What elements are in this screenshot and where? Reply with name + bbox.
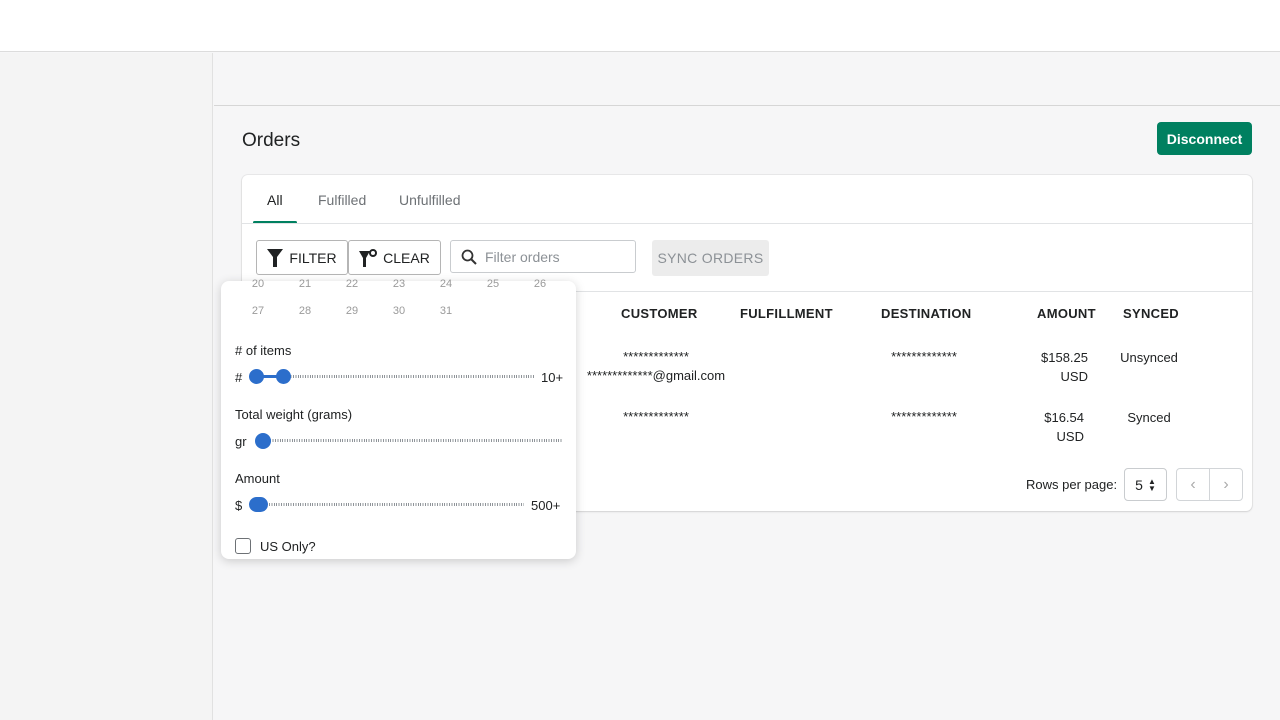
- destination-cell: *************: [891, 349, 957, 364]
- items-slider-min-handle[interactable]: [249, 369, 264, 384]
- weight-slider-handle[interactable]: [255, 433, 271, 449]
- search-input[interactable]: [485, 248, 625, 265]
- next-page-button[interactable]: ›: [1210, 469, 1242, 500]
- currency: USD: [1060, 369, 1088, 384]
- rows-per-page-select[interactable]: 5 ▲ ▼: [1124, 468, 1167, 501]
- customer-name: *************: [623, 349, 689, 364]
- select-arrows-icon: ▲ ▼: [1147, 476, 1156, 493]
- weight-prefix: gr: [235, 434, 247, 449]
- calendar-day[interactable]: 29: [342, 305, 362, 317]
- weight-slider-track[interactable]: [263, 439, 563, 442]
- synced-cell: Unsynced: [1120, 350, 1178, 365]
- currency: USD: [1056, 429, 1084, 444]
- clear-filter-icon: [359, 248, 378, 267]
- amount: $16.54: [1044, 410, 1084, 425]
- prev-page-button[interactable]: ‹: [1177, 469, 1210, 500]
- us-only-label: US Only?: [260, 539, 316, 554]
- items-slider-max-handle[interactable]: [276, 369, 291, 384]
- rows-per-page-label: Rows per page:: [1026, 477, 1118, 492]
- us-only-checkbox[interactable]: [235, 538, 251, 554]
- calendar-day[interactable]: 30: [389, 305, 409, 317]
- calendar-day[interactable]: 31: [436, 305, 456, 317]
- weight-label: Total weight (grams): [235, 407, 353, 422]
- amount-slider-track[interactable]: [257, 503, 524, 506]
- divider: [214, 105, 1280, 106]
- rows-per-page-value: 5: [1135, 476, 1143, 493]
- tab-fulfilled[interactable]: Fulfilled: [318, 192, 366, 208]
- amount-slider-handles[interactable]: [249, 497, 268, 512]
- items-slider-track[interactable]: [257, 375, 535, 378]
- destination-cell: *************: [891, 409, 957, 424]
- search-icon: [461, 249, 477, 265]
- calendar-day[interactable]: 20: [248, 278, 268, 290]
- amount-cell: $158.25 USD: [1020, 348, 1088, 386]
- items-max-label: 10+: [541, 370, 564, 385]
- sidebar: [0, 53, 213, 720]
- calendar-day[interactable]: 21: [295, 278, 315, 290]
- filter-icon: [267, 248, 284, 267]
- column-header-destination: DESTINATION: [881, 306, 972, 321]
- calendar-day[interactable]: 23: [389, 278, 409, 290]
- column-header-fulfillment: FULFILLMENT: [740, 306, 833, 321]
- tab-unfulfilled[interactable]: Unfulfilled: [399, 192, 460, 208]
- calendar-day[interactable]: 25: [483, 278, 503, 290]
- customer-cell: *************: [623, 409, 689, 424]
- search-field[interactable]: [450, 240, 636, 273]
- amount-prefix: $: [235, 498, 243, 513]
- synced-cell: Synced: [1127, 410, 1171, 425]
- column-header-amount: AMOUNT: [1037, 306, 1096, 321]
- top-bar: [0, 0, 1280, 52]
- customer-email: *************@gmail.com: [586, 368, 726, 383]
- amount-cell: $16.54 USD: [1020, 408, 1084, 446]
- sync-orders-button[interactable]: SYNC ORDERS: [652, 240, 769, 276]
- disconnect-button[interactable]: Disconnect: [1157, 122, 1252, 155]
- clear-label: CLEAR: [383, 249, 430, 266]
- divider: [242, 223, 1252, 224]
- amount-label: Amount: [235, 471, 280, 486]
- items-prefix: #: [235, 370, 243, 385]
- filter-button[interactable]: FILTER: [256, 240, 348, 275]
- filter-popup: 20 21 22 23 24 25 26 27 28 29 30 31 # of items # 1…: [221, 278, 576, 559]
- items-label: # of items: [235, 343, 292, 358]
- filter-label: FILTER: [289, 249, 337, 266]
- pagination: ‹ ›: [1176, 468, 1243, 501]
- calendar-day[interactable]: 26: [530, 278, 550, 290]
- amount-max-label: 500+: [531, 498, 561, 513]
- page-title: Orders: [242, 130, 301, 151]
- calendar-day[interactable]: 28: [295, 305, 315, 317]
- calendar-row: 27 28 29 30 31: [248, 305, 456, 317]
- calendar-row: 20 21 22 23 24 25 26: [248, 278, 550, 290]
- tab-all[interactable]: All: [267, 192, 283, 208]
- column-header-customer: CUSTOMER: [621, 306, 698, 321]
- column-header-synced: SYNCED: [1123, 306, 1179, 321]
- calendar-day[interactable]: 24: [436, 278, 456, 290]
- customer-cell: ************* *************@gmail.com: [560, 347, 752, 385]
- calendar-day[interactable]: 27: [248, 305, 268, 317]
- calendar-day[interactable]: 22: [342, 278, 362, 290]
- clear-button[interactable]: CLEAR: [348, 240, 441, 275]
- amount: $158.25: [1041, 350, 1088, 365]
